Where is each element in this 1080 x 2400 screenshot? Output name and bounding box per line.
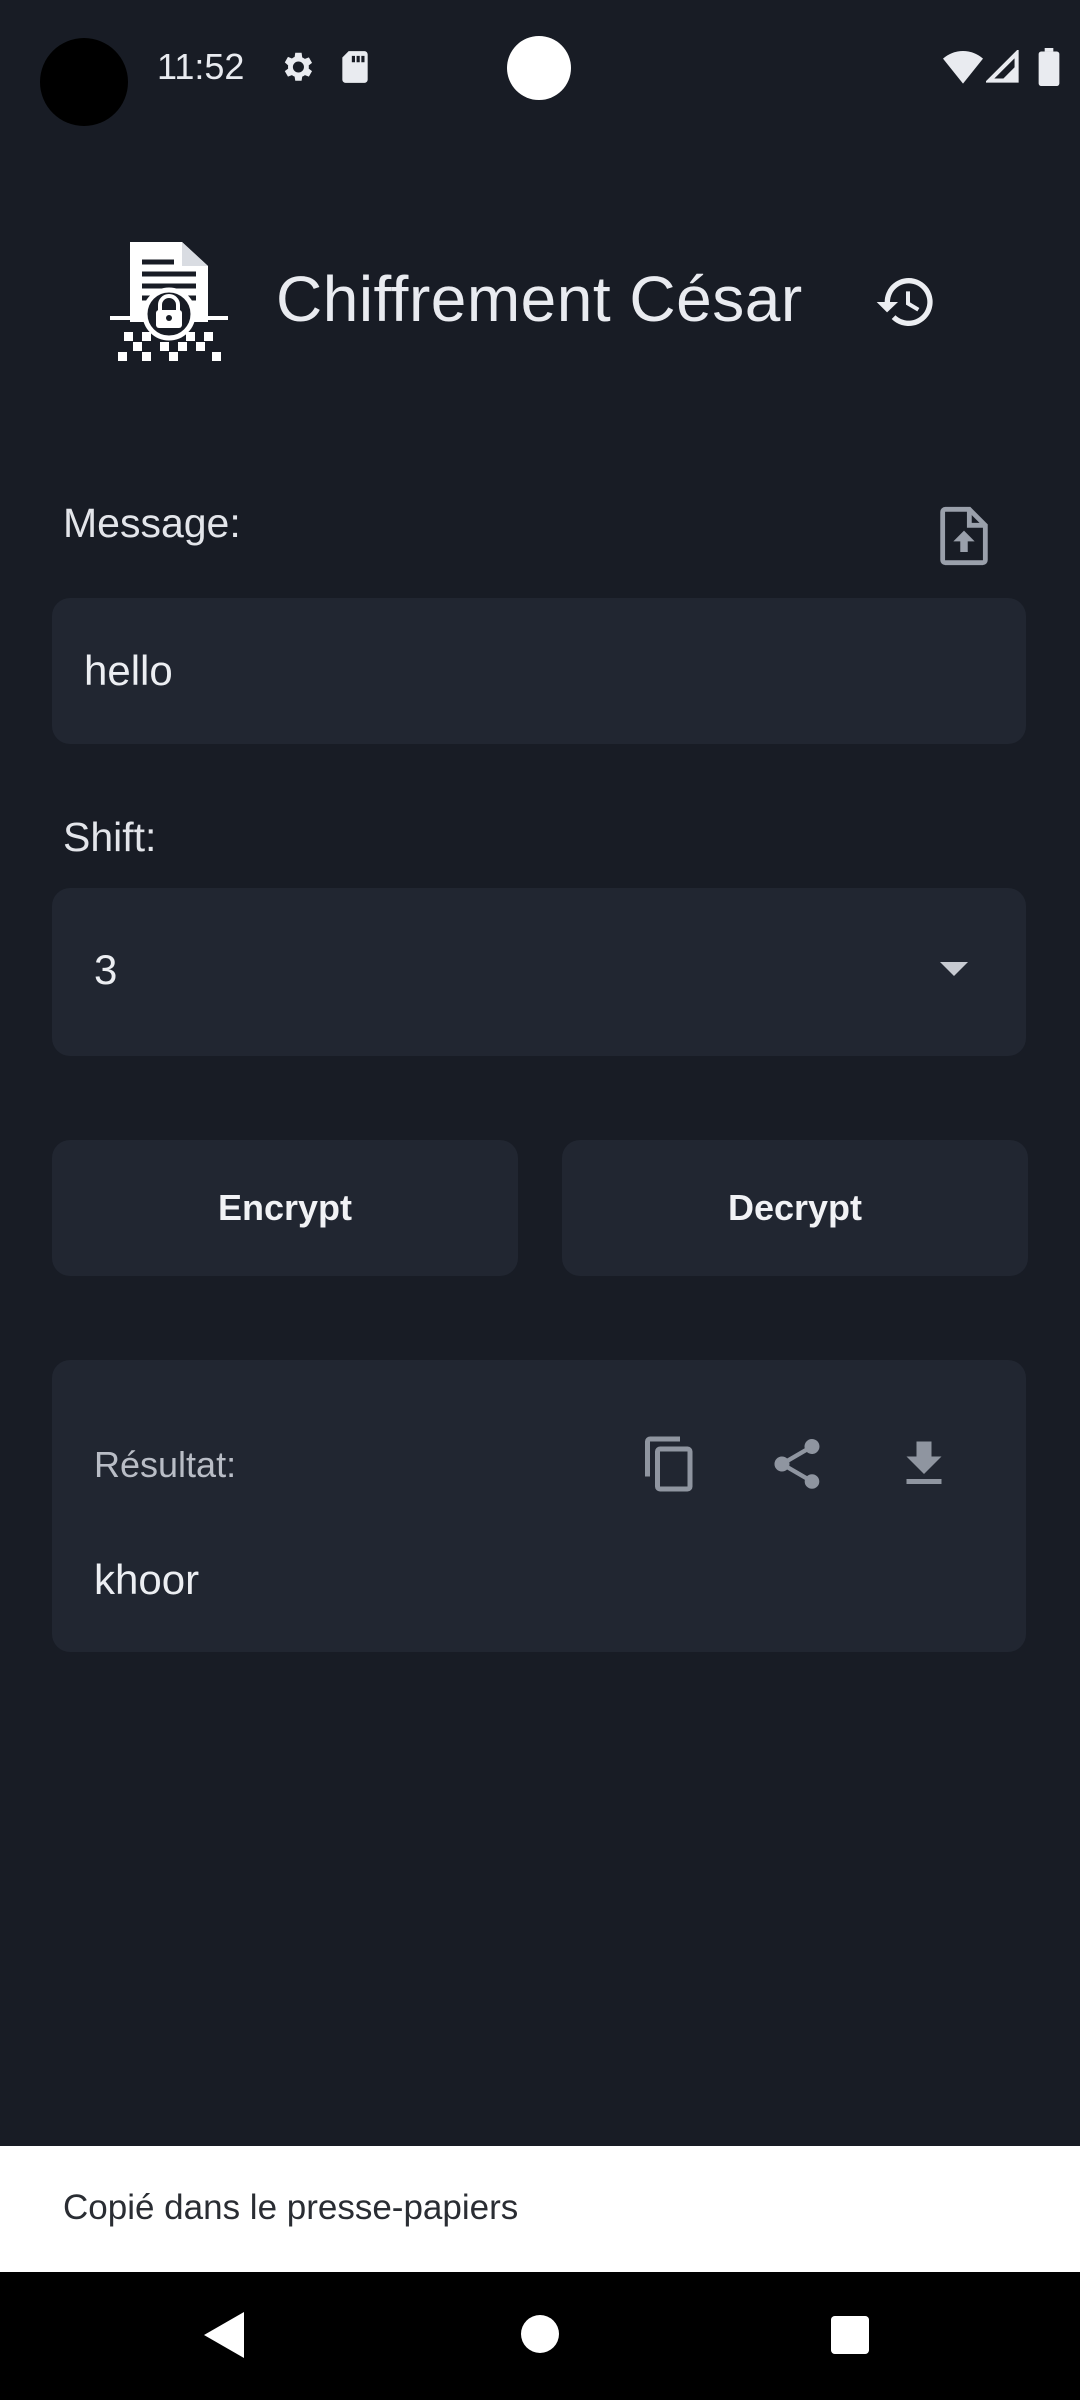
home-icon[interactable] xyxy=(521,2315,559,2358)
shift-dropdown[interactable]: 3 xyxy=(52,888,1026,1056)
share-button[interactable] xyxy=(767,1432,827,1496)
download-icon xyxy=(906,1441,942,1484)
battery-icon xyxy=(1038,48,1060,91)
upload-file-icon xyxy=(940,506,988,566)
encrypted-document-icon xyxy=(104,236,234,366)
message-label: Message: xyxy=(63,500,241,546)
recents-icon[interactable] xyxy=(831,2316,869,2359)
encrypt-button[interactable]: Encrypt xyxy=(52,1140,518,1276)
chevron-down-icon xyxy=(940,962,968,976)
snackbar-text: Copié dans le presse-papiers xyxy=(63,2188,519,2227)
snackbar: Copié dans le presse-papiers xyxy=(0,2146,1080,2272)
camera-cutout xyxy=(507,36,571,100)
copy-button[interactable] xyxy=(640,1432,700,1496)
settings-icon xyxy=(278,48,316,91)
share-icon xyxy=(774,1438,820,1489)
sd-card-icon xyxy=(338,48,372,91)
copy-icon xyxy=(645,1436,693,1492)
status-bar: 11:52 xyxy=(0,0,1080,140)
page-title: Chiffrement César xyxy=(276,263,803,335)
history-icon xyxy=(876,278,933,326)
result-text: khoor xyxy=(94,1556,200,1603)
navigation-bar xyxy=(0,2272,1080,2400)
shift-label: Shift: xyxy=(63,814,157,860)
front-camera xyxy=(40,38,128,126)
shift-selected-value: 3 xyxy=(94,946,118,993)
message-field[interactable] xyxy=(52,598,1026,744)
download-button[interactable] xyxy=(894,1432,954,1496)
wifi-icon xyxy=(943,50,983,89)
signal-icon xyxy=(984,48,1020,89)
status-time: 11:52 xyxy=(157,46,245,87)
decrypt-button[interactable]: Decrypt xyxy=(562,1140,1028,1276)
message-input[interactable] xyxy=(84,598,984,744)
result-label: Résultat: xyxy=(94,1444,237,1485)
upload-file-button[interactable] xyxy=(934,504,994,568)
history-button[interactable] xyxy=(874,270,938,334)
back-icon[interactable] xyxy=(204,2312,244,2363)
result-card: Résultat: khoor xyxy=(52,1360,1026,1652)
